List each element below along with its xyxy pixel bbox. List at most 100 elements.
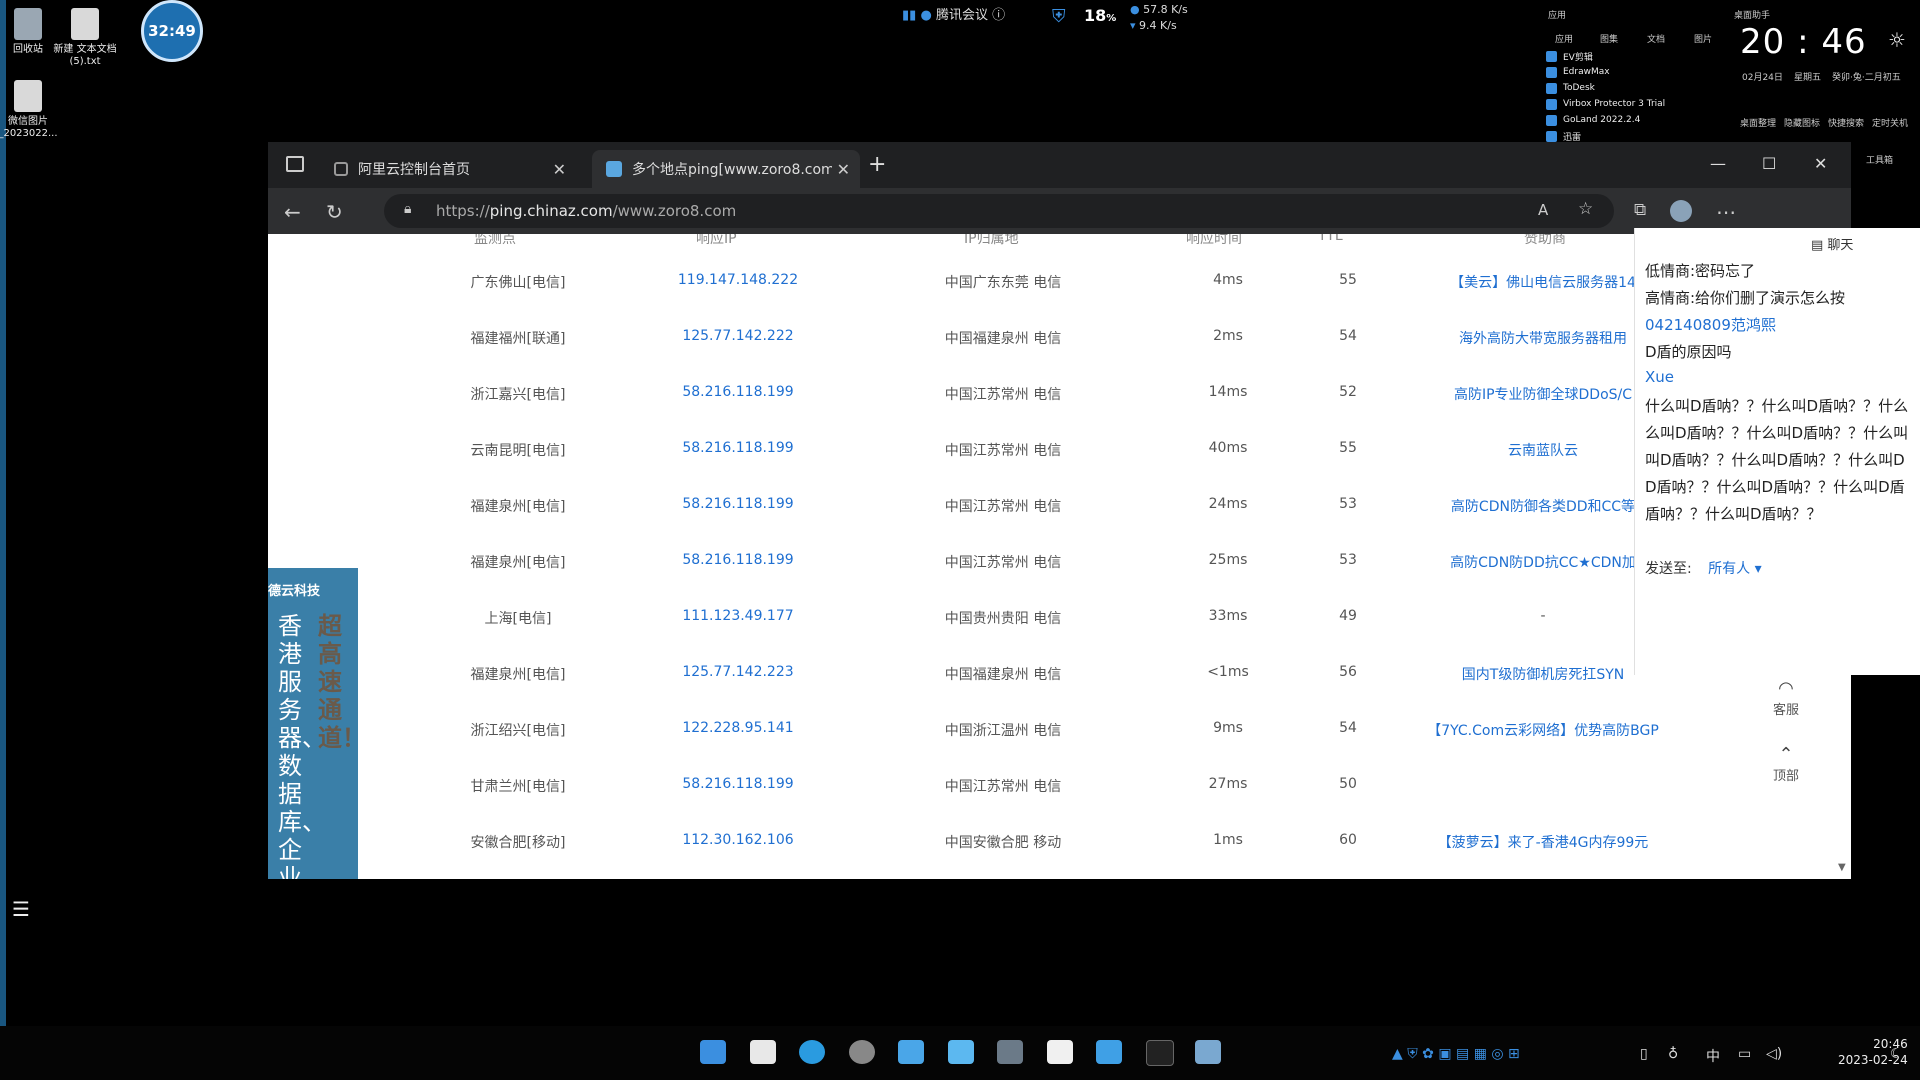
widget-action[interactable]: 桌面整理 [1740, 116, 1776, 129]
cell-monitor: 福建福州[联通] [470, 331, 566, 347]
widget-action[interactable]: 定时关机 [1872, 116, 1908, 129]
list-menu-icon[interactable]: ☰ [12, 897, 30, 921]
timer-widget[interactable]: 32:49 [141, 0, 203, 62]
header-ip[interactable]: 响应IP [696, 234, 737, 248]
widget-app[interactable]: ToDesk [1546, 80, 1595, 96]
profile-avatar[interactable] [1670, 200, 1692, 222]
cell-ip[interactable]: 58.216.118.199 [648, 776, 828, 792]
chat-message: 低情商:密码忘了 [1645, 262, 1756, 280]
back-icon[interactable]: ← [284, 200, 301, 224]
start-icon[interactable] [700, 1040, 726, 1064]
obs-icon[interactable] [849, 1040, 875, 1064]
app-icon-tshirt[interactable] [898, 1040, 924, 1064]
cell-location: 中国福建泉州 电信 [944, 667, 1062, 683]
cell-sponsor[interactable]: 高防IP专业防御全球DDoS/C [1418, 384, 1668, 404]
close-tab-icon[interactable]: ✕ [837, 160, 850, 179]
favorite-icon[interactable]: ☆ [1578, 199, 1593, 219]
cell-sponsor[interactable]: 【菠萝云】来了-香港4G内存99元 [1418, 832, 1668, 852]
phone-icon[interactable]: ▯ [1640, 1046, 1648, 1062]
aliyun-favicon-icon [334, 162, 348, 176]
tab-actions-icon[interactable] [286, 156, 304, 172]
app-icon-remote[interactable] [1195, 1040, 1221, 1064]
widget-action[interactable]: 快捷搜索 [1828, 116, 1864, 129]
widget-tab[interactable]: 文档 [1647, 32, 1665, 45]
brightness-icon[interactable]: ☼ [1888, 28, 1906, 52]
customer-service-button[interactable]: ◠ 客服 [1766, 678, 1806, 718]
cell-ip[interactable]: 58.216.118.199 [648, 552, 828, 568]
widget-tab[interactable]: 应用 [1555, 32, 1573, 45]
chat-sender: 042140809范鸿熙 [1645, 316, 1776, 334]
ime-indicator[interactable]: 中 [1706, 1046, 1720, 1066]
table-row: 浙江嘉兴[电信] 58.216.118.199 中国江苏常州 电信 14ms 5… [268, 366, 1851, 422]
moon-icon[interactable]: ☾ [1890, 1046, 1903, 1062]
trash-icon [14, 8, 42, 40]
app-icon-tools[interactable] [997, 1040, 1023, 1064]
maximize-icon[interactable]: ☐ [1762, 154, 1776, 173]
widget-action[interactable]: 隐藏图标 [1784, 116, 1820, 129]
cell-sponsor[interactable]: 海外高防大带宽服务器租用 [1418, 328, 1668, 348]
scroll-down-icon[interactable]: ▼ [1838, 862, 1846, 873]
cell-sponsor[interactable]: 高防CDN防御各类DD和CC等 [1418, 496, 1668, 516]
cell-ip[interactable]: 58.216.118.199 [648, 384, 828, 400]
image-file-icon[interactable]: 微信图片_2023022... [0, 80, 63, 140]
volume-icon[interactable]: ◁) [1766, 1046, 1782, 1062]
ad-banner[interactable]: 德云科技 香港服务器、数据库、企业级 超高速通道！ [268, 568, 358, 879]
meeting-indicator[interactable]: ▮▮ ● 腾讯会议 ⓘ [902, 4, 1005, 23]
minimize-icon[interactable]: — [1710, 154, 1726, 173]
widget-app[interactable]: EV剪辑 [1546, 48, 1593, 64]
reload-icon[interactable]: ↻ [326, 200, 343, 224]
cell-ip[interactable]: 112.30.162.106 [648, 832, 828, 848]
clock-lunar: 癸卯·兔·二月初五 [1832, 73, 1901, 83]
cell-sponsor[interactable]: 高防CDN防DD抗CC★CDN加 [1418, 552, 1668, 572]
cell-sponsor[interactable]: 【美云】佛山电信云服务器14 [1418, 272, 1668, 292]
cell-sponsor[interactable]: 云南蓝队云 [1418, 440, 1668, 460]
cell-ip[interactable]: 125.77.142.223 [648, 664, 828, 680]
cell-ip[interactable]: 58.216.118.199 [648, 496, 828, 512]
close-tab-icon[interactable]: ✕ [553, 160, 566, 179]
cell-ip[interactable]: 125.77.142.222 [648, 328, 828, 344]
cell-ip[interactable]: 119.147.148.222 [648, 272, 828, 288]
widget-toolbox[interactable]: 工具箱 [1866, 153, 1893, 166]
tab-ping[interactable]: 多个地点ping[www.zoro8.com] ✕ [592, 150, 860, 188]
cell-ip[interactable]: 58.216.118.199 [648, 440, 828, 456]
collections-icon[interactable]: ⧉ [1634, 200, 1646, 220]
mic-icon[interactable]: ♁ [1668, 1046, 1678, 1062]
security-shield-icon[interactable]: ⛨ [1052, 6, 1066, 27]
address-bar[interactable]: 🔒︎ https://ping.chinaz.com/www.zoro8.com… [384, 194, 1614, 228]
chat-message: 盾呐？？什么叫D盾呐？？ [1645, 505, 1822, 523]
widget-app[interactable]: Virbox Protector 3 Trial [1546, 96, 1665, 112]
cell-ttl: 56 [1339, 664, 1357, 680]
cell-sponsor[interactable]: 国内T级防御机房死扛SYN [1418, 664, 1668, 684]
cell-sponsor[interactable]: 【7YC.Com云彩网络】优势高防BGP [1418, 720, 1668, 740]
cell-ip[interactable]: 122.228.95.141 [648, 720, 828, 736]
widget-app[interactable]: EdrawMax [1546, 64, 1610, 80]
app-icon-photos[interactable] [948, 1040, 974, 1064]
network-icon[interactable]: ▭ [1738, 1046, 1751, 1062]
tab-aliyun[interactable]: 阿里云控制台首页 ✕ [320, 150, 576, 188]
send-to-select[interactable]: 所有人 ▾ [1708, 561, 1761, 577]
back-to-top-button[interactable]: ⌃ 顶部 [1766, 744, 1806, 784]
service-label: 客服 [1772, 703, 1799, 718]
file-explorer-icon[interactable] [750, 1040, 776, 1064]
header-time[interactable]: 响应时间 [1186, 234, 1242, 248]
read-aloud-icon[interactable]: A [1538, 201, 1548, 219]
widget-tab[interactable]: 图片 [1694, 32, 1712, 45]
cell-location: 中国浙江温州 电信 [944, 723, 1062, 739]
close-window-icon[interactable]: ✕ [1814, 154, 1827, 173]
url-text: https://ping.chinaz.com/www.zoro8.com [436, 202, 736, 220]
clock-date: 02月24日 [1742, 73, 1783, 83]
app-label: EdrawMax [1563, 67, 1610, 77]
java-icon[interactable] [1047, 1040, 1073, 1064]
terminal-icon[interactable] [1146, 1040, 1174, 1066]
app-icon-notebook[interactable] [1096, 1040, 1122, 1064]
more-icon[interactable]: ⋯ [1716, 200, 1736, 224]
edge-icon[interactable] [799, 1040, 825, 1064]
widget-app[interactable]: GoLand 2022.2.4 [1546, 112, 1640, 128]
cell-ip[interactable]: 111.123.49.177 [648, 608, 828, 624]
new-tab-button[interactable]: + [868, 152, 886, 177]
app-icon [1546, 66, 1557, 78]
header-monitor[interactable]: 监测点 [474, 234, 516, 248]
widget-tab[interactable]: 图集 [1600, 32, 1618, 45]
table-row: 上海[电信] 111.123.49.177 中国贵州贵阳 电信 33ms 49 … [268, 590, 1851, 646]
text-file-icon[interactable]: 新建 文本文档 (5).txt [50, 8, 120, 68]
